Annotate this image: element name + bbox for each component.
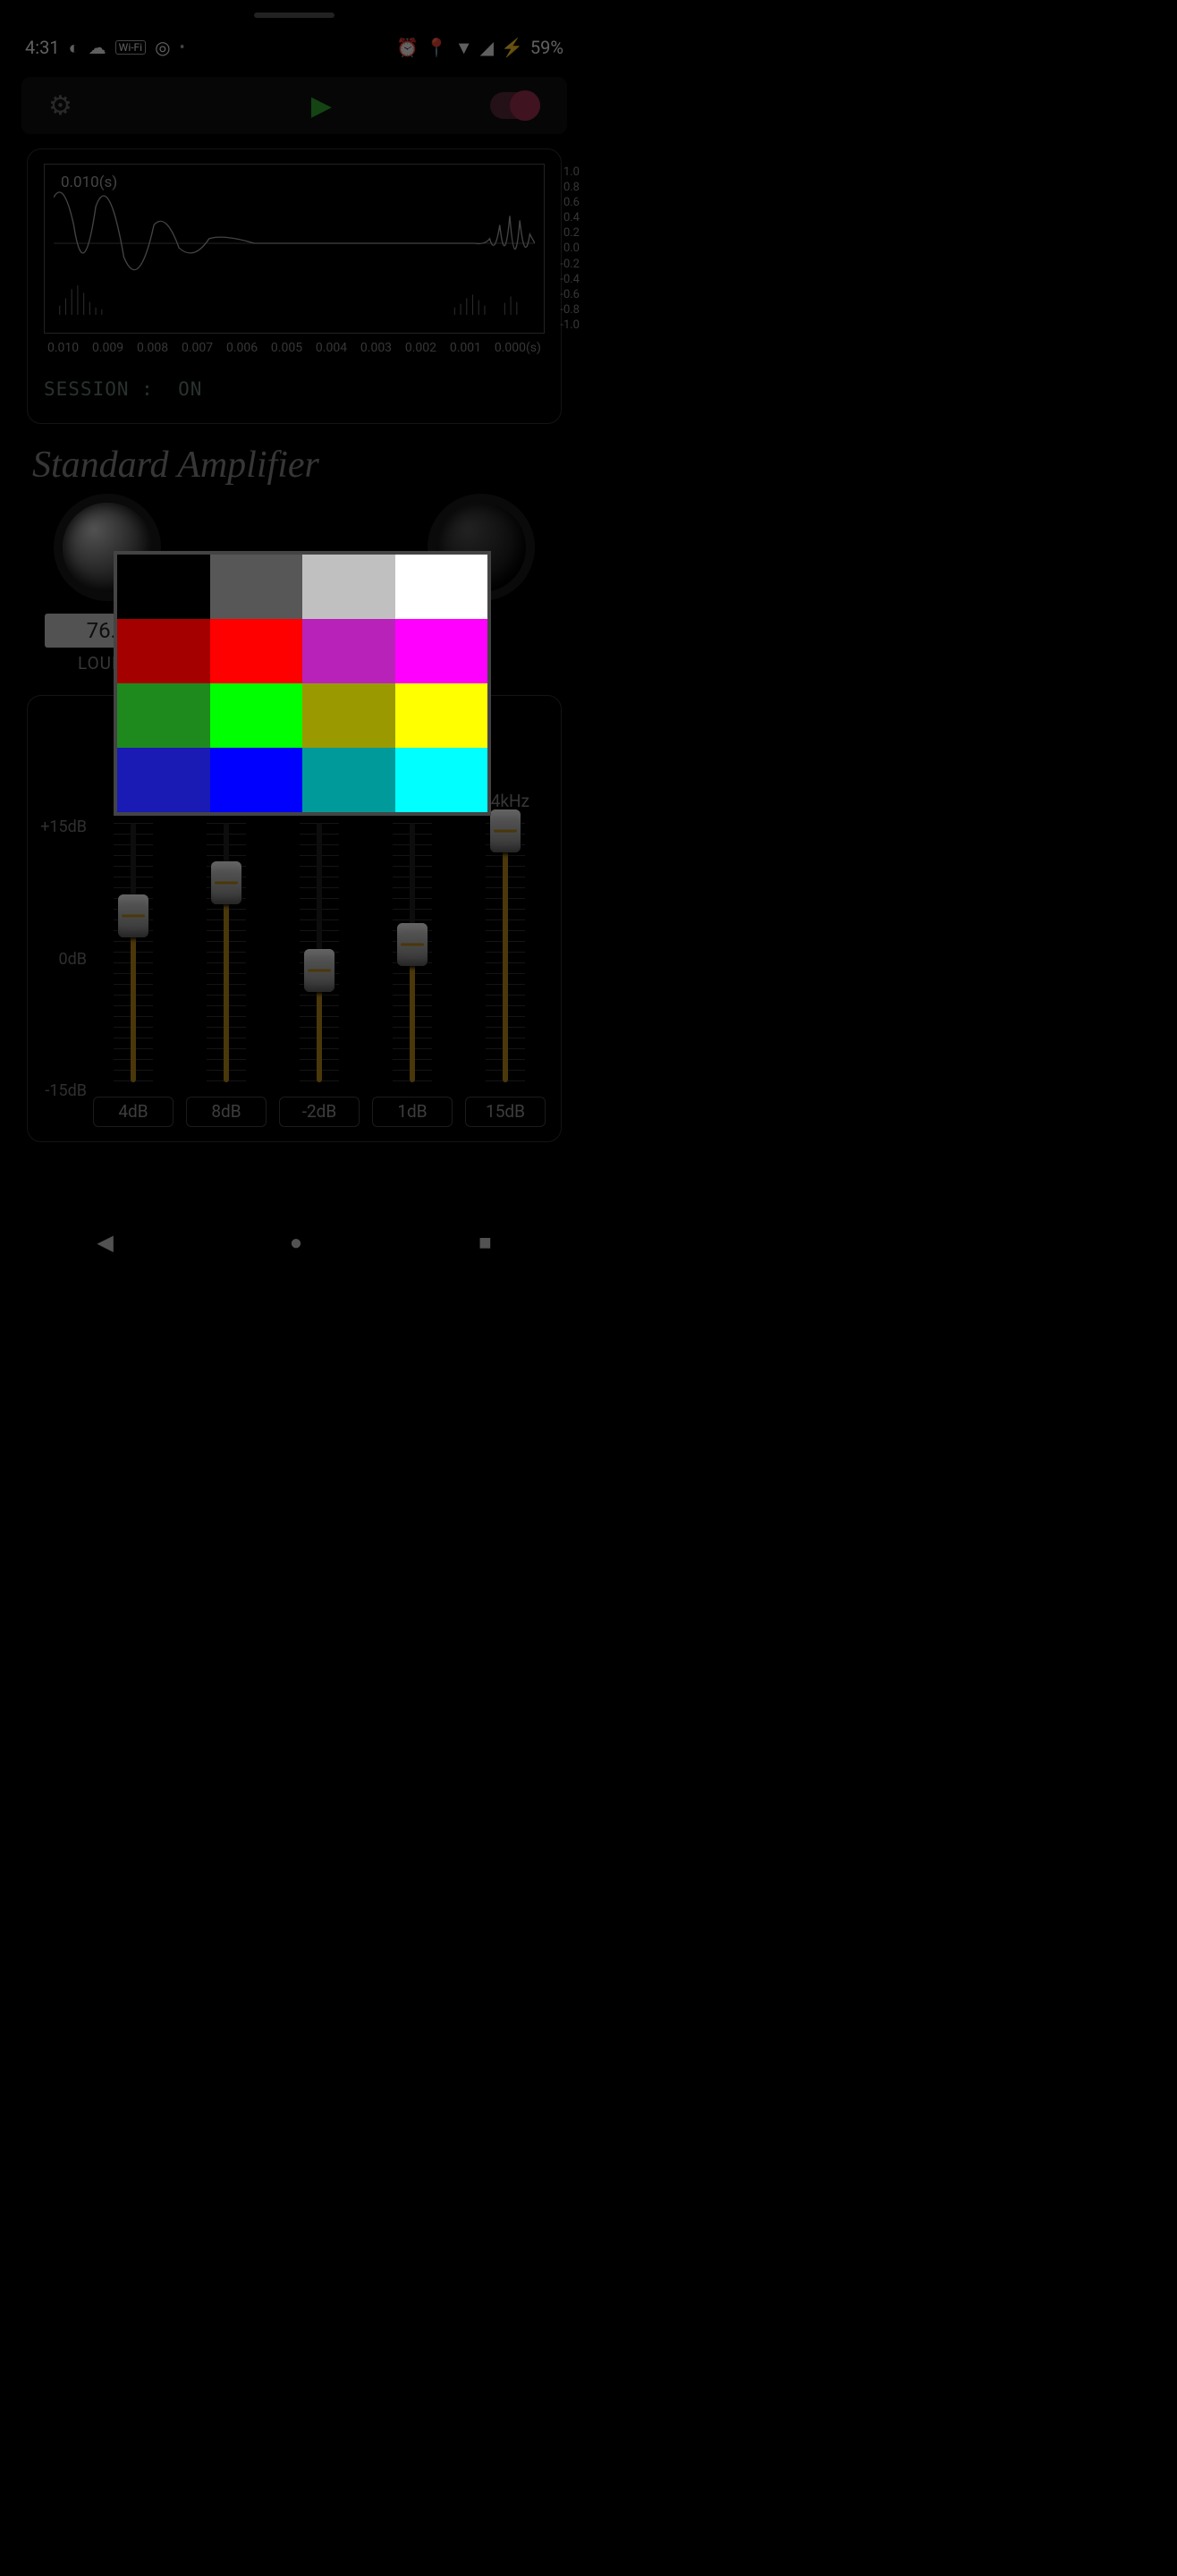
color-swatch-3[interactable]	[395, 555, 488, 619]
color-swatch-2[interactable]	[302, 555, 395, 619]
color-swatch-15[interactable]	[395, 748, 488, 812]
color-swatch-12[interactable]	[117, 748, 210, 812]
color-swatch-9[interactable]	[210, 683, 303, 748]
color-swatch-7[interactable]	[395, 619, 488, 683]
color-swatch-5[interactable]	[210, 619, 303, 683]
color-swatch-10[interactable]	[302, 683, 395, 748]
color-swatch-8[interactable]	[117, 683, 210, 748]
color-swatch-6[interactable]	[302, 619, 395, 683]
color-picker-dialog	[114, 551, 491, 816]
color-swatch-4[interactable]	[117, 619, 210, 683]
color-swatch-11[interactable]	[395, 683, 488, 748]
color-swatch-14[interactable]	[302, 748, 395, 812]
color-swatch-0[interactable]	[117, 555, 210, 619]
color-swatch-13[interactable]	[210, 748, 303, 812]
color-swatch-1[interactable]	[210, 555, 303, 619]
